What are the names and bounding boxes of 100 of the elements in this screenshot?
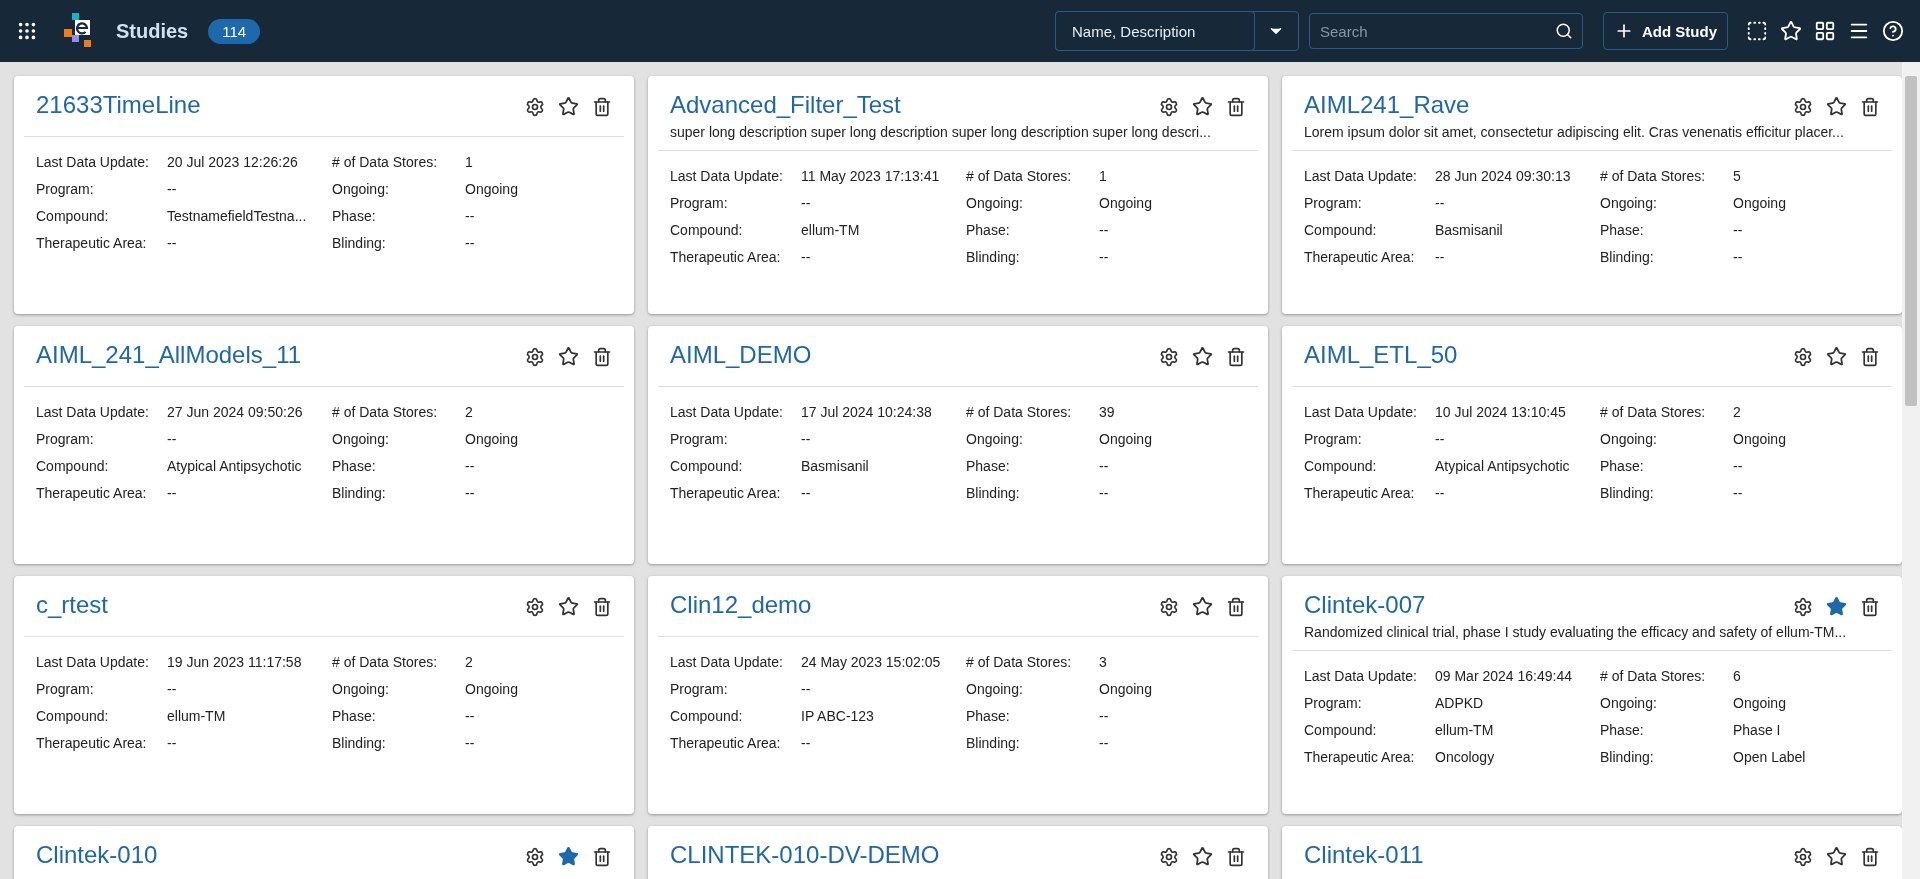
search-icon xyxy=(1555,22,1573,40)
settings-icon[interactable] xyxy=(1793,96,1813,117)
trash-icon[interactable] xyxy=(1860,96,1880,117)
field-value: -- xyxy=(801,680,812,698)
field-label: Compound: xyxy=(36,707,110,725)
field-label: Blinding: xyxy=(332,734,387,752)
trash-icon[interactable] xyxy=(1860,596,1880,617)
add-selection-icon[interactable] xyxy=(1746,20,1768,42)
star-icon[interactable] xyxy=(1192,96,1213,117)
field-value: 27 Jun 2024 09:50:26 xyxy=(167,403,304,421)
star-icon[interactable] xyxy=(558,346,579,367)
field-label: Phase: xyxy=(966,457,1011,475)
star-icon[interactable] xyxy=(1192,846,1213,867)
settings-icon[interactable] xyxy=(1793,346,1813,367)
trash-icon[interactable] xyxy=(1860,346,1880,367)
study-title[interactable]: AIML241_Rave xyxy=(1304,90,1793,120)
field-label: Blinding: xyxy=(1600,748,1655,766)
study-title[interactable]: AIML_241_AllModels_11 xyxy=(36,340,525,370)
trash-icon[interactable] xyxy=(592,596,612,617)
field-value: -- xyxy=(167,734,178,752)
trash-icon[interactable] xyxy=(1226,96,1246,117)
field-label: Blinding: xyxy=(1600,248,1655,266)
field-label: Blinding: xyxy=(332,484,387,502)
field-value: -- xyxy=(1435,248,1446,266)
field-value: Basmisanil xyxy=(801,457,870,475)
field-value: 19 Jun 2023 11:17:58 xyxy=(167,653,303,671)
trash-icon[interactable] xyxy=(592,346,612,367)
settings-icon[interactable] xyxy=(1793,846,1813,867)
study-title[interactable]: AIML_ETL_50 xyxy=(1304,340,1793,370)
field-label: Blinding: xyxy=(1600,484,1655,502)
search-by-select[interactable]: Name, Description xyxy=(1055,11,1255,51)
settings-icon[interactable] xyxy=(1159,346,1179,367)
study-title[interactable]: Clintek-011 xyxy=(1304,840,1793,870)
trash-icon[interactable] xyxy=(1226,596,1246,617)
settings-icon[interactable] xyxy=(525,846,545,867)
settings-icon[interactable] xyxy=(525,346,545,367)
field-value: 20 Jul 2023 12:26:26 xyxy=(167,153,299,171)
star-icon[interactable] xyxy=(558,96,579,117)
field-value: 1 xyxy=(465,153,474,171)
grid-view-icon[interactable] xyxy=(1814,20,1836,42)
field-value: -- xyxy=(1099,734,1110,752)
trash-icon[interactable] xyxy=(592,96,612,117)
field-value: Ongoing xyxy=(465,430,519,448)
star-icon[interactable] xyxy=(1826,846,1847,867)
study-title[interactable]: Clintek-007 xyxy=(1304,590,1793,620)
field-value: Open Label xyxy=(1733,748,1807,766)
field-value: -- xyxy=(1733,221,1744,239)
study-count: 114 xyxy=(208,18,261,44)
field-value: Ongoing xyxy=(1733,694,1787,712)
field-value: ellum-TM xyxy=(167,707,227,725)
field-label: Ongoing: xyxy=(966,680,1024,698)
apps-menu-icon[interactable] xyxy=(16,20,38,42)
field-value: -- xyxy=(1435,430,1446,448)
settings-icon[interactable] xyxy=(1159,596,1179,617)
field-label: Last Data Update: xyxy=(1304,167,1418,185)
star-icon[interactable] xyxy=(1826,346,1847,367)
field-label: Ongoing: xyxy=(1600,430,1658,448)
star-icon[interactable] xyxy=(1192,596,1213,617)
study-description: Lorem ipsum dolor sit amet, consectetur adipiscing elit. Cras venenatis efficitur placer... xyxy=(1304,124,1845,140)
study-description: Randomized clinical trial, phase I study evaluating the efficacy and safety of ellum-TM... xyxy=(1304,624,1848,640)
trash-icon[interactable] xyxy=(592,846,612,867)
page-title: Studies xyxy=(116,19,189,43)
field-label: Compound: xyxy=(36,457,110,475)
trash-icon[interactable] xyxy=(1226,846,1246,867)
field-value: -- xyxy=(167,234,178,252)
study-title[interactable]: Advanced_Filter_Test xyxy=(670,90,1159,120)
settings-icon[interactable] xyxy=(525,96,545,117)
study-title[interactable]: AIML_DEMO xyxy=(670,340,1159,370)
search-field[interactable]: Search xyxy=(1309,13,1583,49)
field-label: Phase: xyxy=(1600,721,1645,739)
study-title[interactable]: Clin12_demo xyxy=(670,590,1159,620)
trash-icon[interactable] xyxy=(1860,846,1880,867)
logo-icon xyxy=(64,13,94,49)
help-icon[interactable] xyxy=(1882,20,1904,42)
settings-icon[interactable] xyxy=(525,596,545,617)
field-label: Program: xyxy=(670,194,729,212)
star-icon[interactable] xyxy=(558,596,579,617)
scrollbar-thumb[interactable] xyxy=(1905,76,1917,406)
add-study-button[interactable]: Add Study xyxy=(1603,12,1728,50)
study-title[interactable]: Clintek-010 xyxy=(36,840,525,870)
field-label: # of Data Stores: xyxy=(332,153,439,171)
star-icon[interactable] xyxy=(1826,96,1847,117)
field-value: 10 Jul 2024 13:10:45 xyxy=(1435,403,1567,421)
settings-icon[interactable] xyxy=(1159,846,1179,867)
scrollbar[interactable] xyxy=(1902,62,1920,879)
field-label: Ongoing: xyxy=(1600,194,1658,212)
field-value: 28 Jun 2024 09:30:13 xyxy=(1435,167,1572,185)
star-icon[interactable] xyxy=(1826,596,1847,617)
study-title[interactable]: 21633TimeLine xyxy=(36,90,525,120)
star-icon[interactable] xyxy=(1192,346,1213,367)
field-value: Ongoing xyxy=(465,680,519,698)
trash-icon[interactable] xyxy=(1226,346,1246,367)
study-title[interactable]: CLINTEK-010-DV-DEMO xyxy=(670,840,1159,870)
settings-icon[interactable] xyxy=(1159,96,1179,117)
star-icon[interactable] xyxy=(558,846,579,867)
field-label: # of Data Stores: xyxy=(1600,167,1707,185)
field-label: Compound: xyxy=(1304,457,1378,475)
settings-icon[interactable] xyxy=(1793,596,1813,617)
study-title[interactable]: c_rtest xyxy=(36,590,525,620)
study-description: super long description super long description super long description super long descri... xyxy=(670,124,1212,140)
